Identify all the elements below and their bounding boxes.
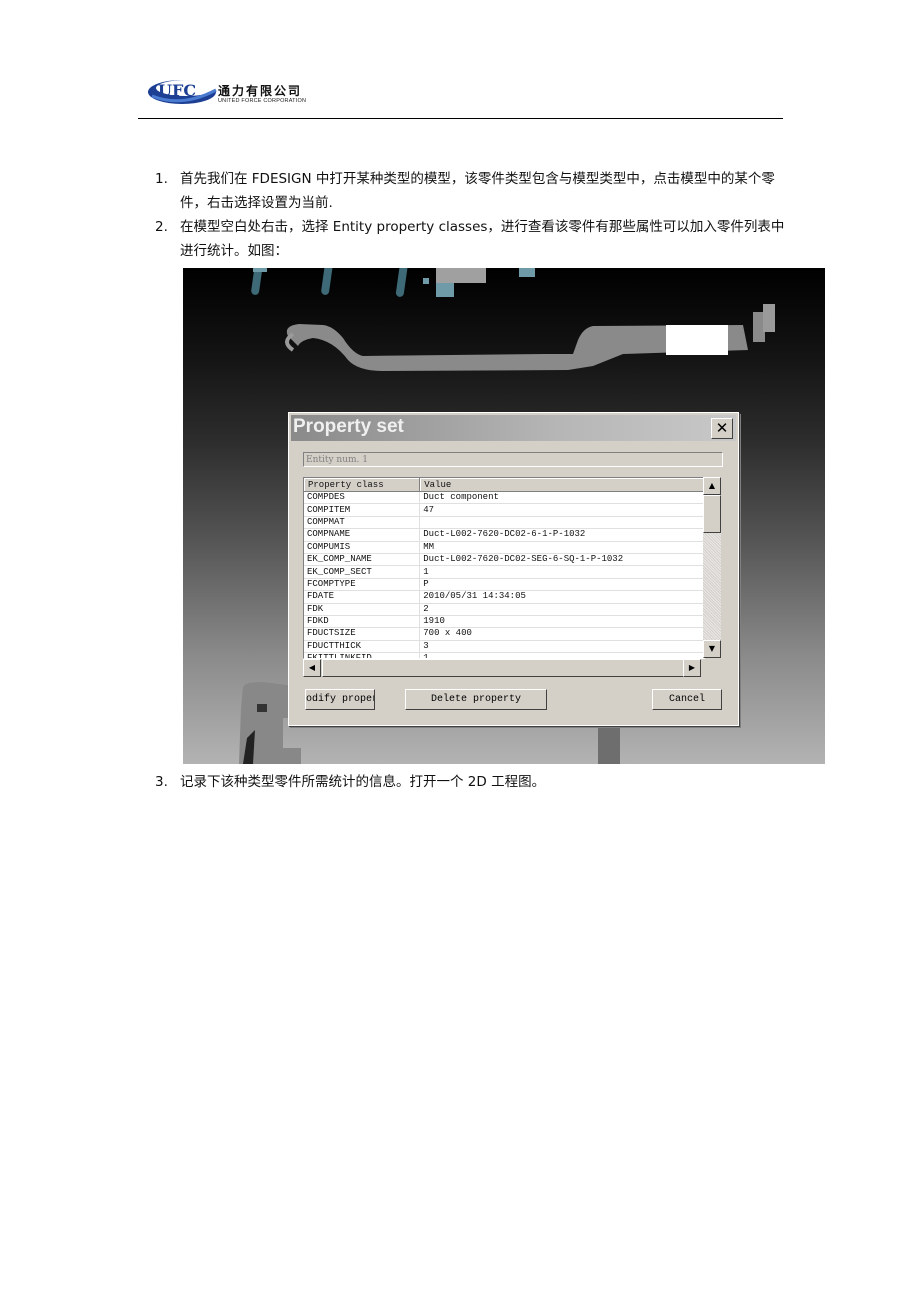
dialog-titlebar[interactable]: Property set ✕ [291, 415, 736, 441]
arrow-down-icon: ▼ [708, 644, 716, 653]
entity-number-field[interactable]: Entity num. 1 [303, 452, 723, 467]
property-class-cell[interactable]: FDK [304, 603, 421, 616]
step-text: 记录下该种类型零件所需统计的信息。打开一个 2D 工程图。 [180, 774, 546, 790]
block-shape [519, 268, 535, 277]
property-class-cell[interactable]: EK_COMP_SECT [304, 565, 421, 579]
pipe-shape [598, 724, 620, 764]
value-cell[interactable]: 1910 [419, 615, 704, 629]
block-shape [423, 278, 429, 284]
property-class-cell[interactable]: FDKD [304, 615, 421, 629]
block-shape [763, 304, 775, 332]
property-class-cell[interactable]: FDATE [304, 590, 421, 604]
modify-property-button[interactable]: odify proper [305, 689, 375, 710]
property-class-cell[interactable]: COMPDES [304, 491, 421, 505]
value-cell[interactable]: 2010/05/31 14:34:05 [419, 590, 704, 604]
property-class-cell[interactable]: FDUCTTHICK [304, 640, 421, 654]
table-row[interactable]: FDATE 2010/05/31 14:34:05 [304, 590, 704, 604]
value-cell[interactable]: Duct-L002-7620-DC02-SEG-6-SQ-1-P-1032 [419, 553, 704, 567]
table-header-row: Property class Value [304, 478, 704, 492]
horizontal-scroll-thumb[interactable] [322, 659, 684, 677]
step-text: 首先我们在 FDESIGN 中打开某种类型的模型，该零件类型包含与模型类型中，点… [180, 171, 775, 211]
vertical-scroll-thumb[interactable] [703, 495, 721, 533]
value-cell[interactable]: 1 [419, 565, 704, 579]
cancel-button[interactable]: Cancel [652, 689, 722, 710]
scroll-right-button[interactable]: ▶ [683, 659, 701, 677]
arrow-up-icon: ▲ [708, 481, 716, 490]
svg-text:UFC: UFC [158, 81, 196, 100]
close-icon: ✕ [715, 419, 729, 437]
ufc-logo-icon: UFC [148, 80, 217, 104]
block-shape [253, 268, 267, 272]
value-cell[interactable]: P [419, 578, 704, 592]
table-row[interactable]: COMPMAT [304, 516, 704, 530]
table-row[interactable]: FDUCTSIZE 700 x 400 [304, 627, 704, 641]
step-number: 2. [155, 219, 168, 235]
property-class-cell[interactable]: COMPUMIS [304, 541, 421, 554]
property-class-cell[interactable]: COMPNAME [304, 528, 421, 542]
table-row[interactable]: FDUCTTHICK 3 [304, 640, 704, 654]
step-2: 2. 在模型空白处右击，选择 Entity property classes，进… [155, 215, 795, 263]
dialog-title: Property set [293, 416, 404, 437]
step-1: 1. 首先我们在 FDESIGN 中打开某种类型的模型，该零件类型包含与模型类型… [155, 167, 795, 215]
property-set-dialog: Property set ✕ Entity num. 1 Property cl… [288, 412, 739, 726]
table-row[interactable]: COMPNAME Duct-L002-7620-DC02-6-1-P-1032 [304, 528, 704, 542]
block-shape [436, 268, 486, 283]
duct-highlight [666, 325, 728, 355]
scroll-up-button[interactable]: ▲ [703, 477, 721, 495]
value-cell[interactable]: 2 [419, 603, 704, 616]
step-3: 3. 记录下该种类型零件所需统计的信息。打开一个 2D 工程图。 [155, 770, 795, 794]
value-cell[interactable]: Duct component [419, 491, 704, 505]
arrow-right-icon: ▶ [688, 663, 696, 672]
pipe-shape [395, 268, 408, 297]
column-header-property-class[interactable]: Property class [304, 478, 421, 492]
property-class-cell[interactable]: FDUCTSIZE [304, 627, 421, 641]
horizontal-scrollbar[interactable]: ◀ ▶ [303, 659, 703, 677]
pipe-shape [251, 268, 263, 295]
vertical-scrollbar[interactable]: ▲ ▼ [703, 477, 721, 658]
property-class-cell[interactable]: COMPITEM [304, 503, 421, 517]
table-row[interactable]: FDK 2 [304, 603, 704, 616]
pipe-shape [321, 268, 333, 295]
scroll-left-button[interactable]: ◀ [303, 659, 321, 677]
table-row[interactable]: COMPUMIS MM [304, 541, 704, 554]
company-name-cn: 通力有限公司 [218, 84, 303, 98]
scroll-down-button[interactable]: ▼ [703, 640, 721, 658]
step-number: 3. [155, 774, 168, 790]
step-number: 1. [155, 171, 168, 187]
table-row[interactable]: FCOMPTYPE P [304, 578, 704, 592]
step-text: 在模型空白处右击，选择 Entity property classes，进行查看… [180, 219, 785, 259]
table-row[interactable]: COMPDES Duct component [304, 491, 704, 505]
table-row[interactable]: EK_COMP_NAME Duct-L002-7620-DC02-SEG-6-SQ… [304, 553, 704, 567]
value-cell[interactable]: 47 [419, 503, 704, 517]
value-cell[interactable]: MM [419, 541, 704, 554]
block-shape [436, 283, 454, 297]
property-class-cell[interactable]: FCOMPTYPE [304, 578, 421, 592]
table-row[interactable]: EK_COMP_SECT 1 [304, 565, 704, 579]
delete-property-button[interactable]: Delete property [405, 689, 547, 710]
value-cell[interactable]: 3 [419, 640, 704, 654]
property-class-cell[interactable]: COMPMAT [304, 516, 421, 530]
page-header: UFC 通力有限公司 UNITED FORCE CORPORATION [138, 68, 783, 119]
value-cell[interactable] [419, 516, 704, 530]
company-name-en: UNITED FORCE CORPORATION [218, 98, 307, 104]
arrow-left-icon: ◀ [308, 663, 316, 672]
property-class-cell[interactable]: EK_COMP_NAME [304, 553, 421, 567]
value-cell[interactable]: 700 x 400 [419, 627, 704, 641]
table-row[interactable]: COMPITEM 47 [304, 503, 704, 517]
column-header-value[interactable]: Value [419, 478, 704, 492]
property-grid: Property class Value COMPDES Duct compone… [303, 477, 705, 659]
table-row[interactable]: FDKD 1910 [304, 615, 704, 629]
value-cell[interactable]: Duct-L002-7620-DC02-6-1-P-1032 [419, 528, 704, 542]
close-button[interactable]: ✕ [711, 418, 733, 439]
property-table: Property class Value COMPDES Duct compone… [304, 478, 704, 658]
